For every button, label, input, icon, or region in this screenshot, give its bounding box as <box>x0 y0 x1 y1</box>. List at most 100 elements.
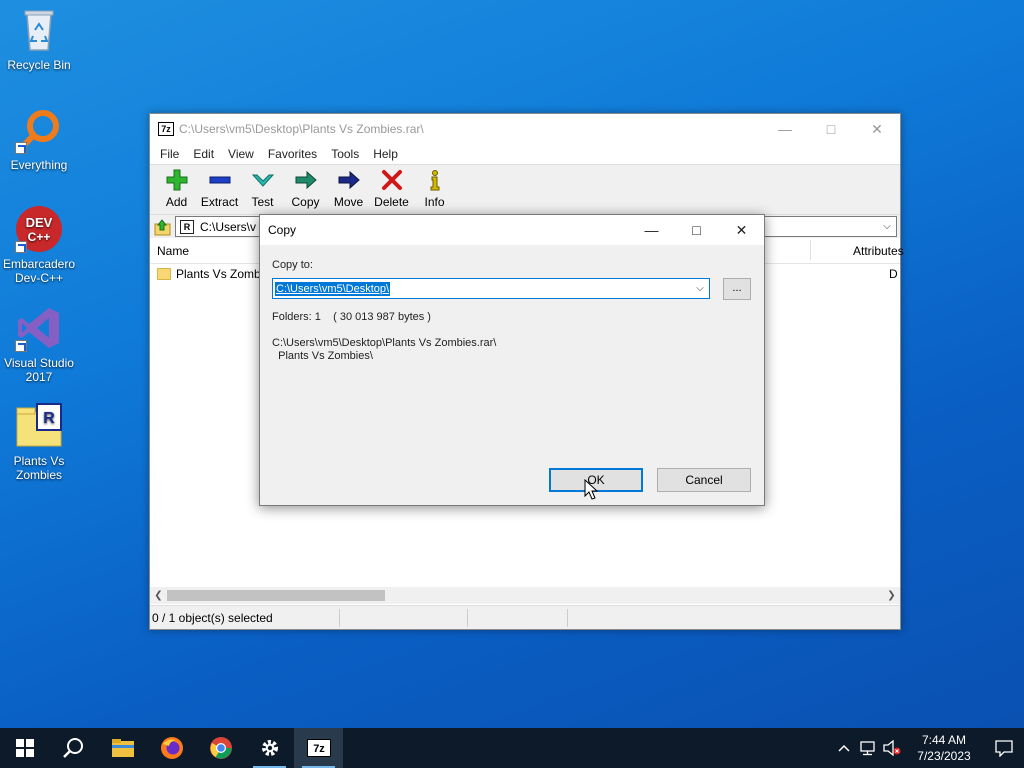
copy-to-value[interactable]: C:\Users\vm5\Desktop\ <box>275 281 391 296</box>
chevron-up-icon <box>838 744 850 752</box>
mouse-cursor-icon <box>584 479 599 500</box>
visual-studio-icon <box>15 304 63 352</box>
extract-label: Extract <box>200 195 239 209</box>
taskbar-settings[interactable] <box>245 728 294 768</box>
move-icon <box>338 168 360 192</box>
svg-text:C++: C++ <box>28 230 51 244</box>
cancel-button[interactable]: Cancel <box>657 468 751 492</box>
menu-favorites[interactable]: Favorites <box>261 147 324 161</box>
desktop-icon-recycle-bin[interactable]: Recycle Bin <box>2 6 76 72</box>
shortcut-arrow-icon <box>15 142 27 154</box>
delete-icon <box>381 168 403 192</box>
scrollbar-thumb[interactable] <box>167 590 385 601</box>
chevron-down-icon[interactable]: ⌵ <box>878 221 896 232</box>
svg-text:R: R <box>43 410 55 427</box>
volume-button[interactable] <box>880 740 904 756</box>
menu-view[interactable]: View <box>221 147 261 161</box>
column-attributes[interactable]: Attributes <box>853 244 904 258</box>
dialog-titlebar[interactable]: Copy — □ ✕ <box>260 215 764 245</box>
shortcut-arrow-icon <box>15 340 27 352</box>
maximize-button[interactable]: □ <box>808 114 854 144</box>
recycle-bin-icon <box>15 6 63 54</box>
system-tray: 7:44 AM 7/23/2023 <box>832 728 1024 768</box>
clock-time: 7:44 AM <box>921 733 967 747</box>
status-segment <box>340 608 468 627</box>
menu-edit[interactable]: Edit <box>186 147 221 161</box>
move-label: Move <box>333 195 364 209</box>
dialog-close-button[interactable]: ✕ <box>719 215 764 245</box>
search-button[interactable] <box>49 728 98 768</box>
status-segment <box>468 608 568 627</box>
copy-button[interactable]: Copy <box>284 168 327 209</box>
chevron-down-icon[interactable]: ⌵ <box>691 283 709 294</box>
info-icon <box>424 168 446 192</box>
close-button[interactable]: ✕ <box>854 114 900 144</box>
desktop-icon-everything[interactable]: Everything <box>2 106 76 172</box>
status-bar: 0 / 1 object(s) selected <box>150 605 900 629</box>
column-separator[interactable] <box>810 240 811 260</box>
notification-icon <box>995 740 1013 757</box>
taskbar-chrome[interactable] <box>196 728 245 768</box>
desktop-icon-plants-vs-zombies[interactable]: R Plants Vs Zombies <box>2 402 76 482</box>
clock[interactable]: 7:44 AM 7/23/2023 <box>904 732 984 764</box>
column-name[interactable]: Name <box>150 244 189 258</box>
test-icon <box>251 168 274 192</box>
desktop-icon-visual-studio[interactable]: Visual Studio 2017 <box>2 304 76 384</box>
everything-search-icon <box>15 106 63 154</box>
source-path-line: C:\Users\vm5\Desktop\Plants Vs Zombies.r… <box>272 337 497 349</box>
desktop-icon-label: Everything <box>10 158 68 172</box>
window-title: C:\Users\vm5\Desktop\Plants Vs Zombies.r… <box>179 122 424 136</box>
desktop-icon-label: Recycle Bin <box>7 58 71 72</box>
copy-to-combo[interactable]: C:\Users\vm5\Desktop\ ⌵ <box>272 278 710 299</box>
folder-up-icon <box>154 218 171 235</box>
extract-button[interactable]: Extract <box>198 168 241 209</box>
add-icon <box>166 168 188 192</box>
chrome-icon <box>209 737 232 759</box>
taskbar-file-explorer[interactable] <box>98 728 147 768</box>
list-item-attributes: D <box>889 267 898 281</box>
info-button[interactable]: Info <box>413 168 456 209</box>
clock-date: 7/23/2023 <box>917 749 971 763</box>
start-button[interactable] <box>0 728 49 768</box>
taskbar-firefox[interactable] <box>147 728 196 768</box>
copy-label: Copy <box>291 195 320 209</box>
delete-label: Delete <box>374 195 409 209</box>
firefox-icon <box>160 737 183 759</box>
menu-help[interactable]: Help <box>366 147 405 161</box>
status-text: 0 / 1 object(s) selected <box>150 608 340 627</box>
copy-to-label: Copy to: <box>272 259 313 271</box>
desktop-icon-label: Visual Studio 2017 <box>4 356 74 384</box>
desktop-icon-devcpp[interactable]: DEV C++ Embarcadero Dev-C++ <box>2 205 76 285</box>
network-button[interactable] <box>856 740 880 756</box>
windows-logo-icon <box>15 739 34 757</box>
taskbar-7zip[interactable]: 7z <box>294 728 343 768</box>
7zip-icon: 7z <box>306 739 331 757</box>
rar-path-icon: R <box>180 219 194 234</box>
add-button[interactable]: Add <box>155 168 198 209</box>
minimize-button[interactable]: — <box>762 114 808 144</box>
window-titlebar[interactable]: 7z C:\Users\vm5\Desktop\Plants Vs Zombie… <box>150 114 900 144</box>
source-folder-line: Plants Vs Zombies\ <box>272 350 373 362</box>
info-label: Info <box>424 195 445 209</box>
horizontal-scrollbar[interactable]: ❮ ❯ <box>150 587 900 604</box>
copy-icon <box>295 168 317 192</box>
delete-button[interactable]: Delete <box>370 168 413 209</box>
menu-tools[interactable]: Tools <box>324 147 366 161</box>
notification-center-button[interactable] <box>984 739 1024 757</box>
scroll-right-icon[interactable]: ❯ <box>883 590 900 601</box>
show-hidden-icons-button[interactable] <box>832 744 856 752</box>
move-button[interactable]: Move <box>327 168 370 209</box>
folder-icon <box>157 268 171 280</box>
dialog-minimize-button[interactable]: — <box>629 215 674 245</box>
menu-file[interactable]: File <box>153 147 186 161</box>
browse-button[interactable]: ... <box>723 278 751 300</box>
dialog-maximize-button[interactable]: □ <box>674 215 719 245</box>
scroll-left-icon[interactable]: ❮ <box>150 590 167 601</box>
shortcut-arrow-icon <box>15 241 27 253</box>
copy-dialog: Copy — □ ✕ Copy to: C:\Users\vm5\Desktop… <box>259 214 765 506</box>
svg-text:DEV: DEV <box>26 215 53 230</box>
search-icon <box>62 738 83 758</box>
folder-up-button[interactable] <box>153 217 173 237</box>
gear-icon <box>261 740 278 756</box>
test-button[interactable]: Test <box>241 168 284 209</box>
